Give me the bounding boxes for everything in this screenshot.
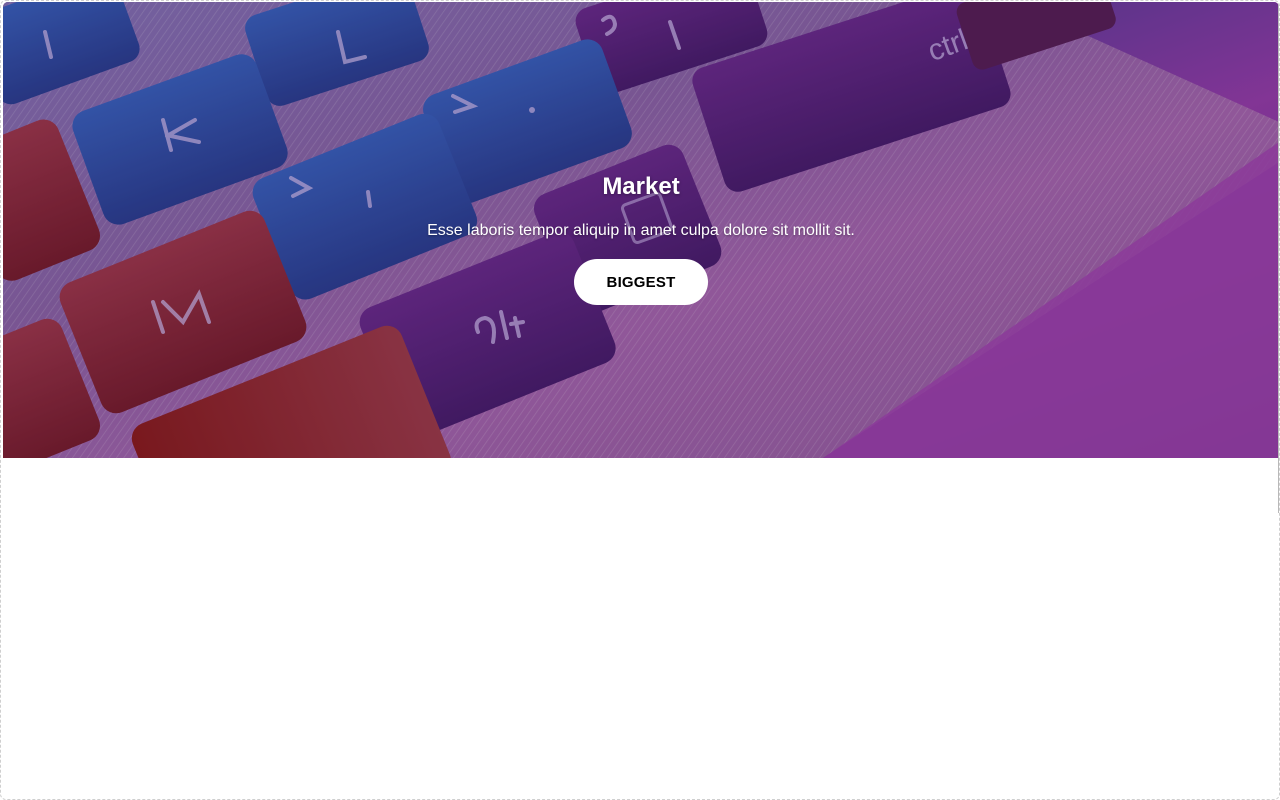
hero-title: Market [602, 173, 680, 200]
biggest-button[interactable]: BIGGEST [574, 259, 708, 305]
hero-subtitle: Esse laboris tempor aliquip in amet culp… [427, 222, 855, 239]
hero-banner: ctrl Market Esse laboris tempor aliquip … [3, 2, 1279, 458]
scroll-edge-divider [1278, 1, 1279, 513]
page-frame: ctrl Market Esse laboris tempor aliquip … [0, 0, 1280, 800]
